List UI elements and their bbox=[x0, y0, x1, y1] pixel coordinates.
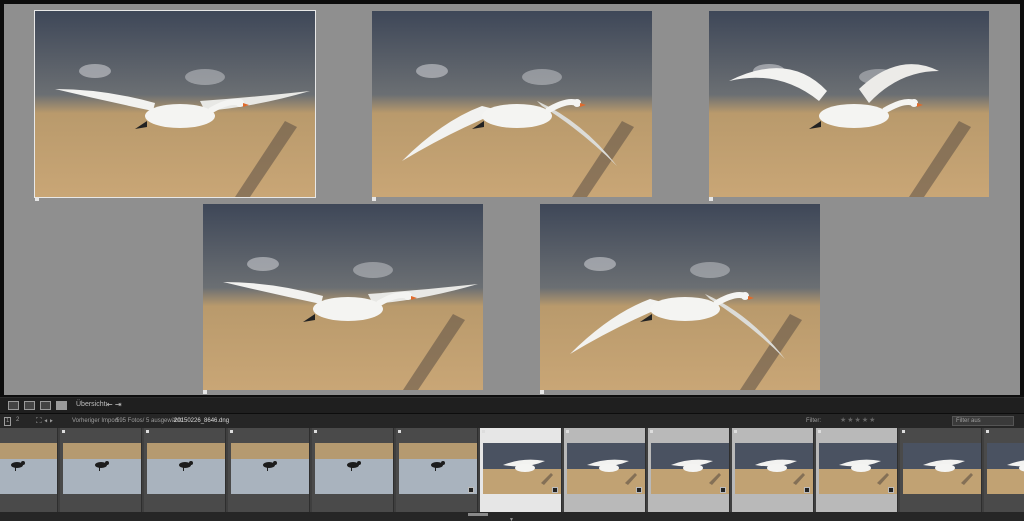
thumb-marker bbox=[230, 430, 233, 433]
filmstrip-thumb[interactable] bbox=[816, 428, 898, 512]
thumb-marker bbox=[986, 430, 989, 433]
survey-photo-2[interactable] bbox=[372, 11, 654, 201]
filmstrip-thumb[interactable] bbox=[648, 428, 730, 512]
loupe-view-icon[interactable] bbox=[24, 401, 35, 410]
filmstrip-thumb[interactable] bbox=[228, 428, 310, 512]
swan-photo-svg bbox=[540, 204, 820, 390]
photo-marker bbox=[540, 390, 544, 394]
photo-marker bbox=[35, 197, 39, 201]
filmstrip-nav-icons[interactable]: ⛶ ◂ ▸ bbox=[36, 416, 53, 426]
thumb-marker bbox=[566, 430, 569, 433]
edited-badge-icon bbox=[552, 487, 558, 493]
compare-view-icon[interactable] bbox=[40, 401, 51, 410]
filmstrip-thumb[interactable] bbox=[144, 428, 226, 512]
thumb-swan-image bbox=[903, 443, 981, 494]
photo-swan-glide[interactable] bbox=[34, 10, 316, 198]
thumb-marker bbox=[146, 430, 149, 433]
thumb-bird-image bbox=[315, 443, 393, 494]
lightroom-library-window: Übersicht: ⇤ ⇥ 1 2 ⛶ ◂ ▸ Vorheriger Impo… bbox=[0, 0, 1024, 521]
photo-marker bbox=[709, 197, 713, 201]
edited-badge-icon bbox=[804, 487, 810, 493]
filter-dropdown[interactable]: Filter aus bbox=[952, 416, 1014, 426]
thumb-marker bbox=[398, 430, 401, 433]
thumb-swan-image bbox=[651, 443, 729, 494]
thumb-marker bbox=[314, 430, 317, 433]
survey-photo-1[interactable] bbox=[34, 10, 317, 201]
photo-swan-downstroke-2[interactable] bbox=[540, 204, 820, 390]
filmstrip-source[interactable]: Vorheriger Import bbox=[72, 418, 118, 424]
filmstrip-thumb[interactable] bbox=[984, 428, 1024, 512]
thumb-bird-image bbox=[231, 443, 309, 494]
thumb-swan-image bbox=[567, 443, 645, 494]
edited-badge-icon bbox=[636, 487, 642, 493]
survey-arrows-icon[interactable]: ⇤ ⇥ bbox=[106, 400, 122, 409]
thumb-bird-image bbox=[63, 443, 141, 494]
swan-photo-svg bbox=[203, 204, 483, 390]
thumb-bird-image bbox=[147, 443, 225, 494]
survey-view-icon[interactable] bbox=[56, 401, 67, 410]
thumb-marker bbox=[650, 430, 653, 433]
survey-photo-3[interactable] bbox=[709, 11, 991, 201]
filmstrip-scrollbar[interactable]: ▼ bbox=[0, 512, 1024, 521]
filmstrip-thumb[interactable] bbox=[732, 428, 814, 512]
filmstrip-thumb[interactable] bbox=[396, 428, 478, 512]
survey-photo-5[interactable] bbox=[540, 204, 822, 394]
thumb-swan-image bbox=[735, 443, 813, 494]
photo-marker bbox=[372, 197, 376, 201]
photo-swan-upstroke[interactable] bbox=[709, 11, 989, 197]
thumb-marker bbox=[482, 430, 485, 433]
scrollbar-thumb[interactable] bbox=[468, 513, 488, 516]
filmstrip-thumb[interactable] bbox=[900, 428, 982, 512]
filmstrip-thumb[interactable] bbox=[60, 428, 142, 512]
edited-badge-icon bbox=[888, 487, 894, 493]
swan-photo-svg bbox=[709, 11, 989, 197]
filmstrip-thumb[interactable] bbox=[480, 428, 562, 512]
edited-badge-icon bbox=[720, 487, 726, 493]
edited-badge-icon bbox=[468, 487, 474, 493]
thumb-marker bbox=[818, 430, 821, 433]
survey-view bbox=[4, 4, 1020, 395]
filmstrip-thumb[interactable] bbox=[0, 428, 58, 512]
survey-label: Übersicht: bbox=[76, 401, 108, 408]
thumb-bird-image bbox=[0, 443, 57, 494]
photo-marker bbox=[203, 390, 207, 394]
thumb-swan-image bbox=[483, 443, 561, 494]
thumb-marker bbox=[62, 430, 65, 433]
survey-photo-4[interactable] bbox=[203, 204, 485, 394]
thumb-marker bbox=[902, 430, 905, 433]
thumb-bird-image bbox=[399, 443, 477, 494]
filmstrip bbox=[0, 428, 1024, 512]
photo-swan-downstroke[interactable] bbox=[372, 11, 652, 197]
thumb-marker bbox=[734, 430, 737, 433]
photo-swan-glide-2[interactable] bbox=[203, 204, 483, 390]
rating-filter-stars[interactable]: ★★★★★ bbox=[840, 416, 876, 424]
filmstrip-count: 595 Fotos/ 5 ausgewählt/ bbox=[116, 418, 184, 424]
thumb-swan-image bbox=[819, 443, 897, 494]
grid-view-icon[interactable] bbox=[8, 401, 19, 410]
filmstrip-filename[interactable]: 20150226_8646.dng bbox=[174, 418, 229, 424]
scroll-indicator-icon: ▼ bbox=[509, 517, 514, 521]
filmstrip-header: 1 2 ⛶ ◂ ▸ Vorheriger Import 595 Fotos/ 5… bbox=[0, 414, 1024, 428]
secondary-window-1-button[interactable]: 1 bbox=[4, 417, 12, 426]
swan-photo-svg bbox=[35, 11, 315, 197]
filmstrip-thumb[interactable] bbox=[312, 428, 394, 512]
swan-photo-svg bbox=[372, 11, 652, 197]
library-toolbar: Übersicht: ⇤ ⇥ bbox=[0, 397, 1024, 413]
secondary-window-2-button[interactable]: 2 bbox=[16, 417, 19, 423]
filmstrip-thumb[interactable] bbox=[564, 428, 646, 512]
thumb-swan-image bbox=[987, 443, 1024, 494]
filter-label: Filter: bbox=[806, 418, 821, 424]
